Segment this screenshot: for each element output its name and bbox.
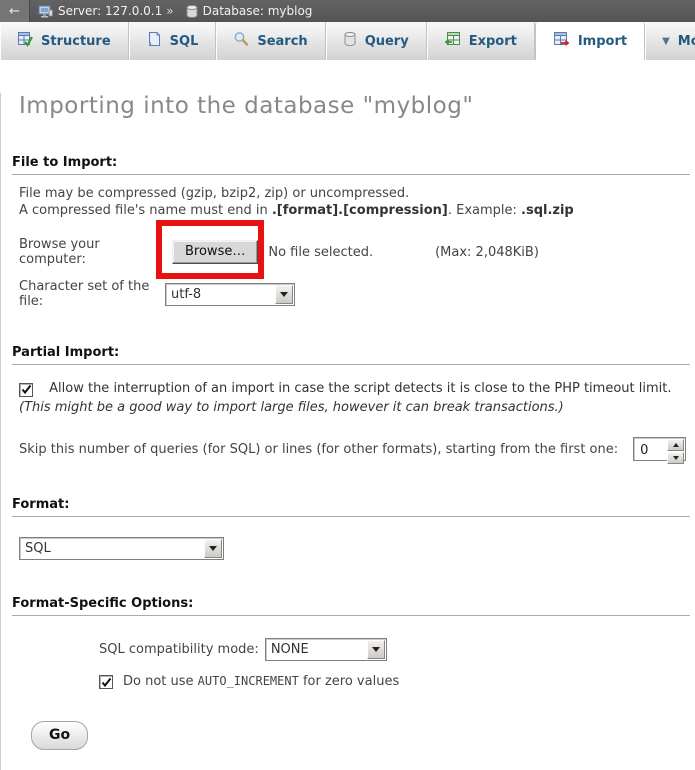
charset-label: Character set of the file: (19, 279, 162, 309)
structure-icon (17, 31, 33, 51)
file-compression-note: File may be compressed (gzip, bzip2, zip… (19, 185, 687, 219)
spinner-down-button[interactable] (667, 452, 684, 464)
chevron-down-icon: ▼ (662, 36, 670, 47)
no-file-selected-text: No file selected. (268, 245, 373, 260)
compression-line2-mid: . Example: (448, 203, 521, 218)
format-dropdown-button[interactable] (204, 539, 222, 558)
tab-label: Import (578, 34, 627, 49)
auto-increment-row: Do not use AUTO_INCREMENT for zero value… (99, 674, 687, 689)
auto-increment-prefix: Do not use (123, 674, 198, 689)
back-button[interactable]: ← (0, 0, 30, 22)
dropdown-arrow-icon (280, 292, 288, 301)
tab-query[interactable]: Query (326, 22, 427, 60)
dropdown-arrow-icon (372, 647, 380, 656)
charset-selected-value: utf-8 (166, 284, 274, 305)
breadcrumb-bar: ← Server: 127.0.0.1 » Database: myblog (0, 0, 695, 22)
browse-file-row: Browse your computer: Browse… No file se… (19, 237, 687, 267)
page-title: Importing into the database "myblog" (19, 93, 695, 119)
skip-queries-row: Skip this number of queries (for SQL) or… (19, 437, 687, 461)
section-heading-file-to-import: File to Import: (12, 155, 690, 175)
back-arrow-icon: ← (9, 4, 20, 19)
auto-increment-code: AUTO_INCREMENT (198, 674, 299, 688)
sql-compat-label: SQL compatibility mode: (99, 642, 259, 657)
spinner-down-icon (673, 456, 679, 463)
compression-format-pattern: .[format].[compression] (272, 203, 448, 218)
auto-increment-text: Do not use AUTO_INCREMENT for zero value… (123, 674, 399, 689)
allow-interruption-checkbox[interactable] (19, 383, 33, 397)
tab-bar: Structure SQL Search Query (0, 22, 695, 60)
tab-search[interactable]: Search (216, 22, 325, 60)
section-heading-format: Format: (12, 497, 690, 517)
go-button[interactable]: Go (31, 721, 88, 750)
sql-compat-select[interactable]: NONE (265, 638, 387, 661)
breadcrumb-server[interactable]: Server: 127.0.0.1 (58, 4, 162, 18)
tab-export[interactable]: Export (427, 22, 535, 60)
compression-line2-prefix: A compressed file's name must end in (19, 203, 272, 218)
query-icon (343, 31, 357, 51)
tab-label: Export (469, 34, 517, 49)
sql-compat-row: SQL compatibility mode: NONE (99, 638, 687, 661)
compression-line1: File may be compressed (gzip, bzip2, zip… (19, 186, 409, 201)
section-heading-format-options: Format-Specific Options: (12, 596, 690, 616)
checkmark-icon (101, 677, 112, 688)
format-selected-value: SQL (20, 538, 203, 559)
skip-queries-input[interactable] (634, 438, 666, 460)
auto-increment-checkbox[interactable] (99, 675, 113, 689)
dropdown-arrow-icon (209, 546, 217, 555)
tab-label: Search (257, 34, 307, 49)
spinner-up-icon (673, 440, 679, 447)
tab-more[interactable]: ▼ More (645, 22, 695, 60)
allow-interruption-row: Allow the interruption of an import in c… (19, 379, 685, 417)
auto-increment-suffix: for zero values (299, 674, 399, 689)
charset-row: Character set of the file: utf-8 (19, 279, 687, 309)
checkmark-icon (21, 384, 32, 395)
browse-label: Browse your computer: (19, 237, 162, 267)
allow-interruption-note: (This might be a good way to import larg… (19, 400, 564, 415)
section-heading-partial-import: Partial Import: (12, 345, 690, 365)
tab-label: More (678, 34, 695, 49)
tab-label: Structure (41, 34, 111, 49)
tab-structure[interactable]: Structure (0, 22, 129, 60)
breadcrumb-database[interactable]: Database: myblog (203, 4, 313, 18)
import-page: Importing into the database "myblog" Fil… (0, 93, 695, 770)
max-upload-size: (Max: 2,048KiB) (435, 245, 539, 260)
spinner-up-button[interactable] (667, 439, 684, 451)
server-icon (38, 5, 53, 18)
tab-label: SQL (170, 34, 199, 49)
tab-label: Query (365, 34, 409, 49)
search-icon (233, 31, 249, 51)
browse-button[interactable]: Browse… (172, 240, 258, 264)
breadcrumb-separator: » (166, 4, 173, 18)
export-icon (444, 31, 461, 51)
sql-compat-dropdown-button[interactable] (367, 640, 385, 659)
allow-interruption-text: Allow the interruption of an import in c… (49, 381, 671, 396)
charset-select[interactable]: utf-8 (165, 283, 295, 306)
skip-queries-spinner (633, 437, 686, 461)
import-icon (553, 31, 570, 51)
sql-compat-selected-value: NONE (266, 639, 366, 660)
sql-icon (146, 31, 162, 51)
format-select[interactable]: SQL (19, 537, 224, 560)
skip-queries-label: Skip this number of queries (for SQL) or… (19, 442, 618, 457)
database-icon (186, 5, 198, 18)
compression-example: .sql.zip (521, 203, 574, 218)
tab-import[interactable]: Import (535, 22, 645, 60)
tab-sql[interactable]: SQL (129, 22, 217, 60)
charset-dropdown-button[interactable] (275, 285, 293, 304)
